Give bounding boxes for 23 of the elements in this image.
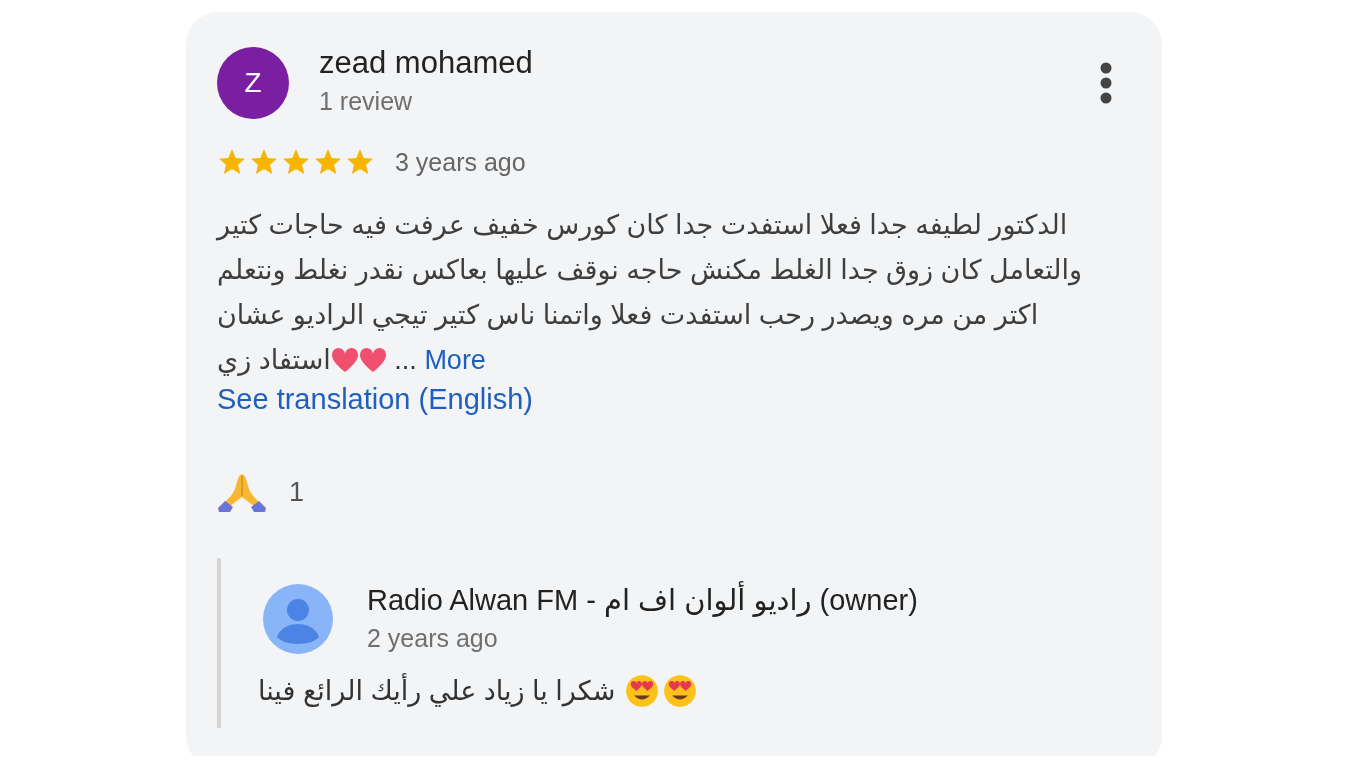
star-icon (313, 147, 343, 177)
star-icon (345, 147, 375, 177)
reply-time: 2 years ago (367, 624, 499, 653)
heart-icon (358, 347, 387, 373)
reaction-count: 1 (289, 476, 305, 508)
ellipsis: ... (393, 345, 418, 375)
heart-eyes-emoji-icon (625, 674, 660, 708)
translation-link[interactable]: See translation (English) (217, 383, 533, 416)
owner-avatar (263, 584, 333, 654)
heart-eyes-emoji-icon (663, 674, 698, 708)
more-link[interactable]: More (424, 345, 486, 375)
heart-icon (330, 347, 359, 373)
reply-text: شكرا يا زياد علي رأيك الرائع فينا (258, 675, 616, 707)
review-time: 3 years ago (395, 147, 526, 177)
praying-hands-icon (217, 472, 267, 512)
review-count: 1 review (319, 87, 414, 116)
owner-name: Radio Alwan FM - راديو ألوان اف ام (owner) (367, 582, 1130, 618)
avatar: Z (217, 47, 289, 119)
star-icon (249, 147, 279, 177)
star-icon (281, 147, 311, 177)
author-name: zead mohamed (319, 45, 534, 81)
more-vert-icon (1100, 62, 1112, 104)
star-icon (217, 147, 247, 177)
